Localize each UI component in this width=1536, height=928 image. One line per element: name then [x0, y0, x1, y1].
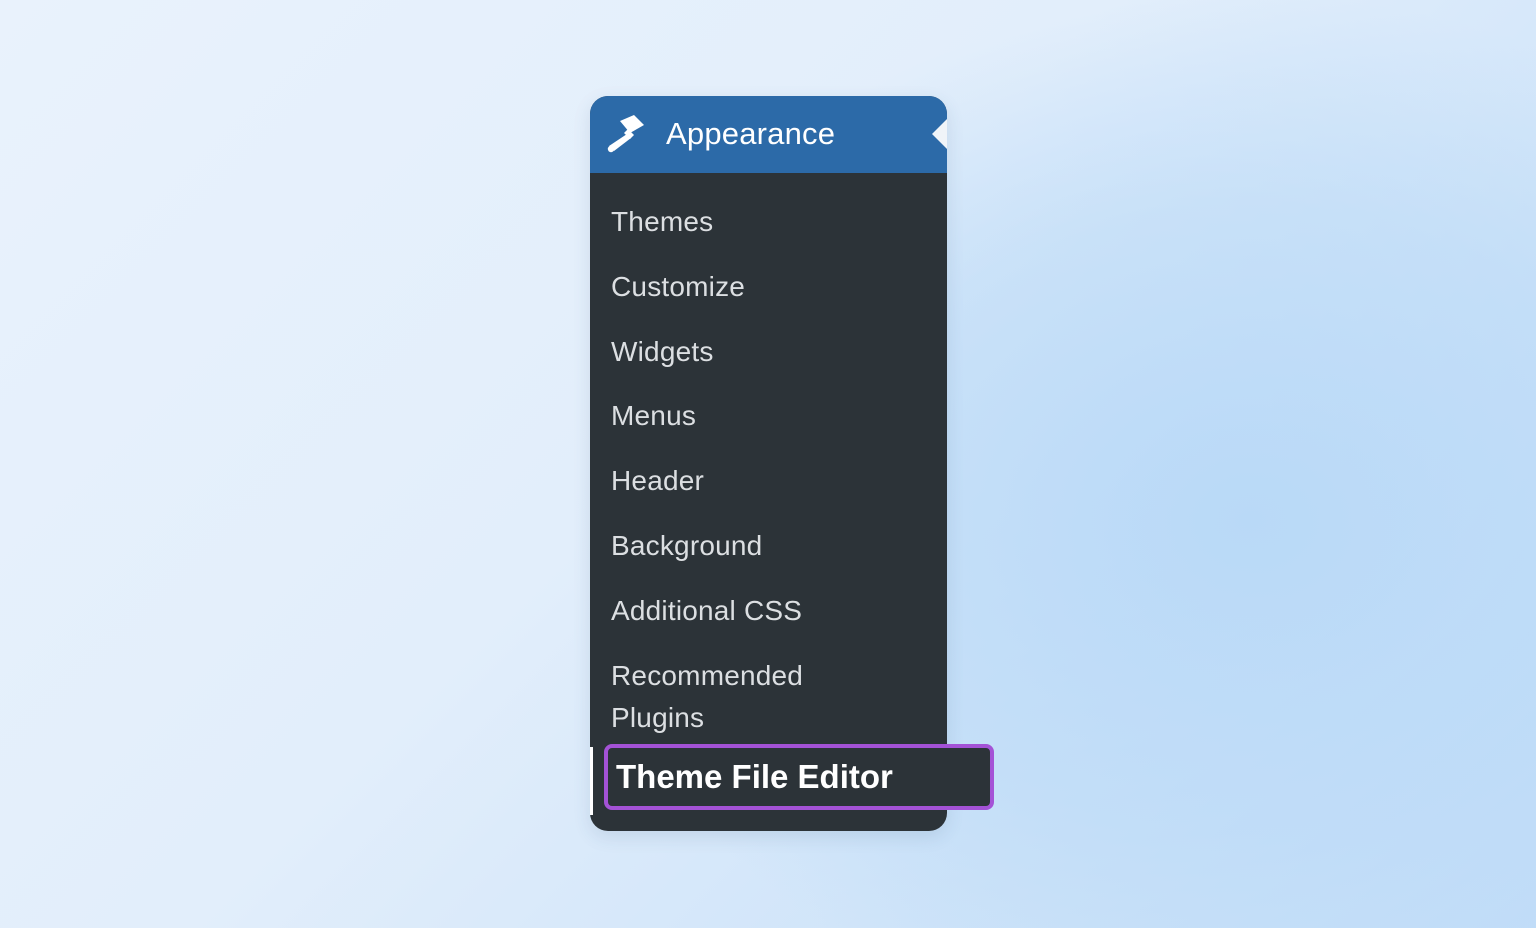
submenu-item-widgets[interactable]: Widgets: [611, 331, 714, 373]
paintbrush-icon: [604, 115, 648, 153]
menu-header-appearance[interactable]: Appearance: [590, 96, 947, 173]
submenu-item-header[interactable]: Header: [611, 460, 704, 502]
submenu-item-customize[interactable]: Customize: [611, 266, 745, 308]
submenu-item-theme-file-editor[interactable]: Theme File Editor: [604, 744, 994, 810]
submenu-item-menus[interactable]: Menus: [611, 395, 696, 437]
current-menu-caret-icon: [932, 119, 947, 149]
current-item-indicator: [590, 747, 593, 815]
submenu-item-recommended-plugins[interactable]: Recommended Plugins: [611, 655, 871, 739]
submenu-item-additional-css[interactable]: Additional CSS: [611, 590, 802, 632]
theme-file-editor-label: Theme File Editor: [616, 758, 893, 795]
menu-header-title: Appearance: [666, 116, 836, 151]
submenu-item-background[interactable]: Background: [611, 525, 762, 567]
submenu-item-themes[interactable]: Themes: [611, 201, 713, 243]
appearance-submenu: Appearance Themes Customize Widgets Menu…: [590, 96, 947, 831]
